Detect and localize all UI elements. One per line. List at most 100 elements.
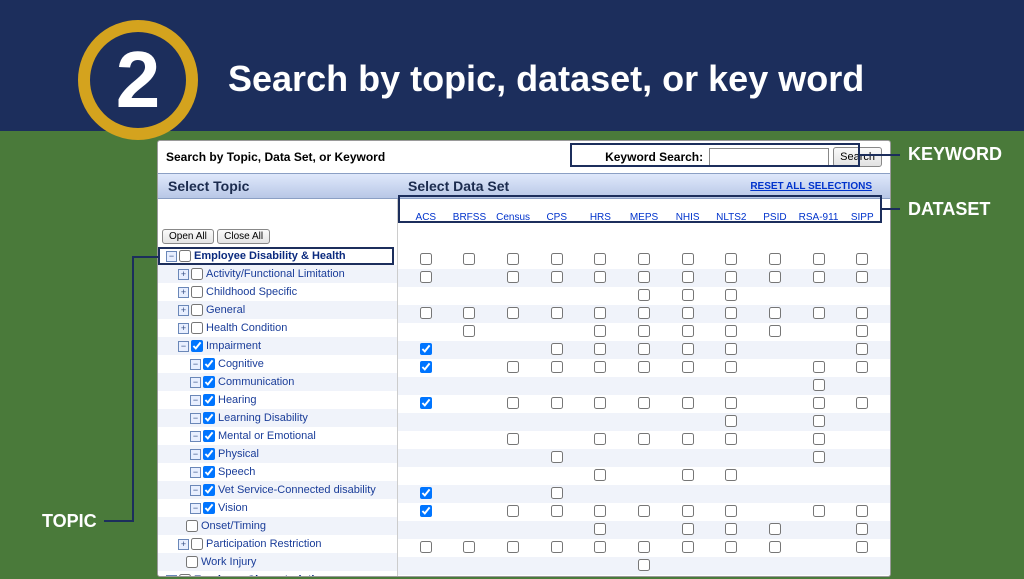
dataset-checkbox[interactable]: [638, 253, 650, 265]
expand-icon[interactable]: +: [178, 305, 189, 316]
topic-checkbox[interactable]: [203, 448, 215, 460]
topic-checkbox[interactable]: [203, 430, 215, 442]
dataset-checkbox[interactable]: [682, 433, 694, 445]
dataset-checkbox[interactable]: [856, 343, 868, 355]
dataset-checkbox[interactable]: [507, 271, 519, 283]
collapse-icon[interactable]: −: [190, 413, 201, 424]
topic-checkbox[interactable]: [191, 322, 203, 334]
dataset-checkbox[interactable]: [813, 415, 825, 427]
topic-label[interactable]: Physical: [218, 448, 259, 460]
dataset-checkbox[interactable]: [769, 307, 781, 319]
dataset-checkbox[interactable]: [551, 307, 563, 319]
dataset-checkbox[interactable]: [856, 523, 868, 535]
dataset-checkbox[interactable]: [769, 271, 781, 283]
collapse-icon[interactable]: −: [190, 359, 201, 370]
topic-label[interactable]: Activity/Functional Limitation: [206, 268, 345, 280]
topic-label[interactable]: Employer Characteristics: [194, 574, 327, 577]
dataset-checkbox[interactable]: [725, 415, 737, 427]
dataset-checkbox[interactable]: [551, 505, 563, 517]
dataset-checkbox[interactable]: [638, 343, 650, 355]
dataset-checkbox[interactable]: [682, 469, 694, 481]
dataset-checkbox[interactable]: [507, 505, 519, 517]
dataset-checkbox[interactable]: [638, 325, 650, 337]
dataset-checkbox[interactable]: [725, 433, 737, 445]
dataset-checkbox[interactable]: [725, 307, 737, 319]
topic-checkbox[interactable]: [191, 538, 203, 550]
collapse-icon[interactable]: −: [190, 449, 201, 460]
dataset-checkbox[interactable]: [638, 559, 650, 571]
dataset-checkbox[interactable]: [856, 307, 868, 319]
dataset-checkbox[interactable]: [769, 325, 781, 337]
dataset-checkbox[interactable]: [507, 397, 519, 409]
dataset-checkbox[interactable]: [551, 541, 563, 553]
dataset-checkbox[interactable]: [856, 253, 868, 265]
dataset-checkbox[interactable]: [682, 505, 694, 517]
dataset-checkbox[interactable]: [682, 577, 694, 578]
dataset-checkbox[interactable]: [725, 541, 737, 553]
dataset-checkbox[interactable]: [725, 505, 737, 517]
dataset-checkbox[interactable]: [682, 343, 694, 355]
dataset-checkbox[interactable]: [725, 289, 737, 301]
dataset-checkbox[interactable]: [638, 577, 650, 578]
dataset-checkbox[interactable]: [594, 253, 606, 265]
dataset-checkbox[interactable]: [594, 307, 606, 319]
dataset-checkbox[interactable]: [551, 271, 563, 283]
dataset-checkbox[interactable]: [420, 253, 432, 265]
dataset-checkbox[interactable]: [856, 397, 868, 409]
dataset-checkbox[interactable]: [682, 541, 694, 553]
dataset-checkbox[interactable]: [594, 577, 606, 578]
topic-checkbox[interactable]: [191, 268, 203, 280]
collapse-icon[interactable]: −: [178, 341, 189, 352]
dataset-checkbox[interactable]: [725, 523, 737, 535]
dataset-checkbox[interactable]: [551, 487, 563, 499]
topic-label[interactable]: Mental or Emotional: [218, 430, 316, 442]
dataset-checkbox[interactable]: [725, 577, 737, 578]
dataset-checkbox[interactable]: [551, 343, 563, 355]
dataset-checkbox[interactable]: [594, 397, 606, 409]
dataset-checkbox[interactable]: [856, 541, 868, 553]
expand-icon[interactable]: +: [178, 287, 189, 298]
dataset-checkbox[interactable]: [638, 433, 650, 445]
dataset-checkbox[interactable]: [594, 361, 606, 373]
dataset-checkbox[interactable]: [638, 541, 650, 553]
dataset-checkbox[interactable]: [594, 523, 606, 535]
dataset-checkbox[interactable]: [682, 361, 694, 373]
expand-icon[interactable]: +: [178, 539, 189, 550]
collapse-icon[interactable]: −: [190, 395, 201, 406]
topic-label[interactable]: Work Injury: [201, 556, 256, 568]
collapse-icon[interactable]: −: [190, 503, 201, 514]
dataset-checkbox[interactable]: [856, 361, 868, 373]
dataset-checkbox[interactable]: [813, 253, 825, 265]
dataset-checkbox[interactable]: [725, 397, 737, 409]
topic-checkbox[interactable]: [179, 574, 191, 577]
dataset-checkbox[interactable]: [638, 289, 650, 301]
dataset-checkbox[interactable]: [813, 397, 825, 409]
dataset-checkbox[interactable]: [813, 271, 825, 283]
topic-label[interactable]: Health Condition: [206, 322, 287, 334]
dataset-checkbox[interactable]: [725, 253, 737, 265]
dataset-checkbox[interactable]: [813, 307, 825, 319]
topic-checkbox[interactable]: [203, 466, 215, 478]
collapse-icon[interactable]: −: [166, 575, 177, 578]
dataset-checkbox[interactable]: [682, 325, 694, 337]
dataset-checkbox[interactable]: [507, 433, 519, 445]
dataset-checkbox[interactable]: [856, 325, 868, 337]
topic-checkbox[interactable]: [191, 286, 203, 298]
dataset-checkbox[interactable]: [682, 523, 694, 535]
reset-all-link[interactable]: RESET ALL SELECTIONS: [750, 181, 872, 192]
dataset-checkbox[interactable]: [594, 505, 606, 517]
dataset-checkbox[interactable]: [682, 253, 694, 265]
dataset-checkbox[interactable]: [856, 505, 868, 517]
dataset-checkbox[interactable]: [507, 541, 519, 553]
close-all-button[interactable]: Close All: [217, 229, 270, 244]
collapse-icon[interactable]: −: [190, 377, 201, 388]
dataset-checkbox[interactable]: [813, 361, 825, 373]
dataset-checkbox[interactable]: [420, 541, 432, 553]
dataset-checkbox[interactable]: [725, 469, 737, 481]
topic-label[interactable]: Vision: [218, 502, 248, 514]
dataset-checkbox[interactable]: [813, 433, 825, 445]
dataset-checkbox[interactable]: [725, 361, 737, 373]
topic-checkbox[interactable]: [191, 304, 203, 316]
dataset-checkbox[interactable]: [463, 325, 475, 337]
dataset-checkbox[interactable]: [463, 307, 475, 319]
